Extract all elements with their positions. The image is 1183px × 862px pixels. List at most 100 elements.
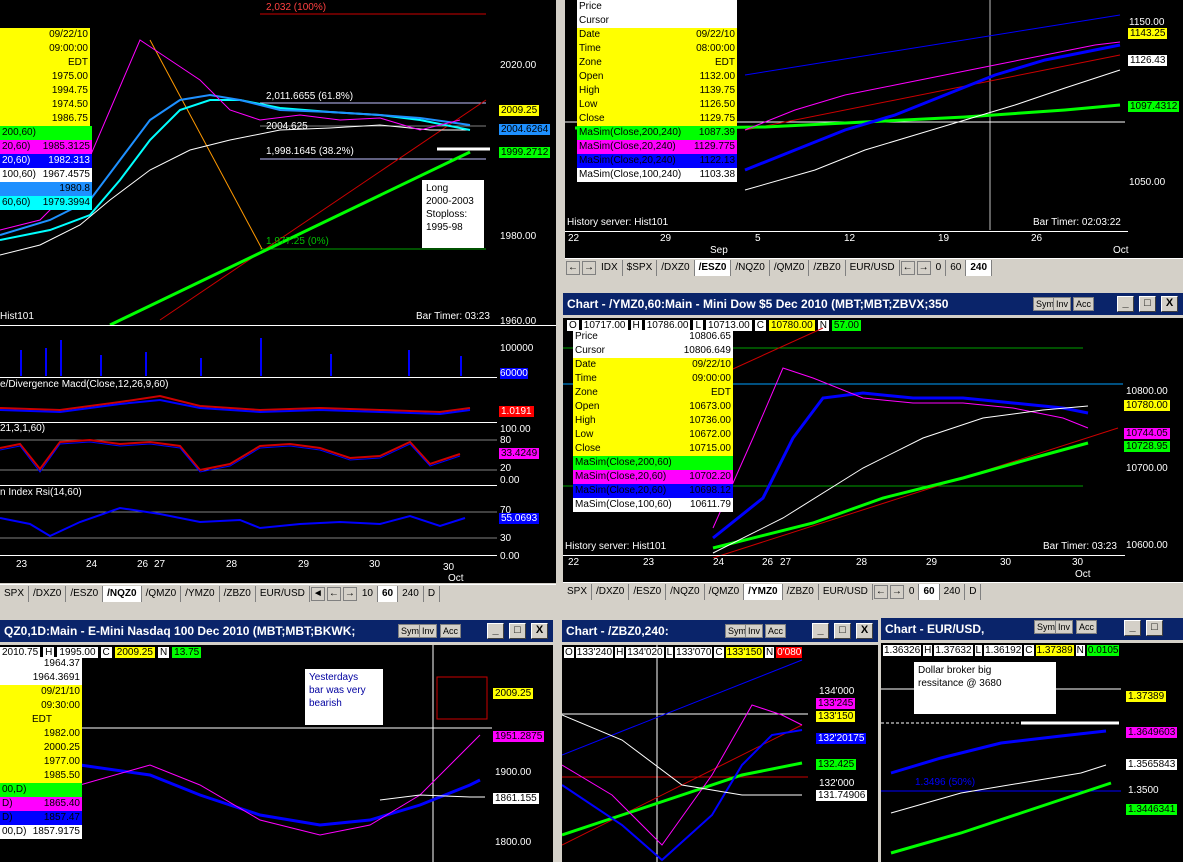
tab-idx[interactable]: IDX — [597, 260, 623, 276]
arrow-right-icon[interactable]: → — [889, 585, 904, 599]
nq-daily-window-title[interactable]: QZ0,1D:Main - E-Mini Nasdaq 100 Dec 2010… — [0, 620, 553, 642]
period-d[interactable]: D — [965, 584, 982, 600]
tab-nqz0[interactable]: /NQZ0 — [103, 586, 142, 602]
tab-nqz0[interactable]: /NQZ0 — [666, 584, 705, 600]
scroll-left-icon[interactable]: ◄ — [310, 587, 325, 601]
tab-zbz0[interactable]: /ZBZ0 — [809, 260, 846, 276]
period-240[interactable]: 240 — [398, 586, 424, 602]
stoch-axis: 100.00 — [500, 424, 531, 435]
acc-button[interactable]: Acc — [440, 624, 462, 638]
tab-zbz0[interactable]: /ZBZ0 — [220, 586, 256, 602]
arrow-left-icon[interactable]: ← — [566, 261, 580, 275]
date-label: 5 — [755, 233, 761, 244]
info-label: Cursor — [575, 345, 606, 356]
arrow-left-icon[interactable]: ← — [326, 587, 341, 601]
info-label: Price — [575, 331, 598, 342]
period-10[interactable]: 10 — [358, 586, 378, 602]
tab-esz0[interactable]: /ESZ0 — [629, 584, 667, 600]
month-label: Oct — [1075, 569, 1091, 580]
chart-nq-60min[interactable]: 09/22/10 09:00:00 EDT 1975.00 1994.75 19… — [0, 0, 556, 583]
close-button[interactable]: X — [1161, 296, 1178, 312]
tab-ymz0[interactable]: /YMZ0 — [181, 586, 220, 602]
tab-eurusd[interactable]: EUR/USD — [846, 260, 900, 276]
info-high: 1994.75 — [51, 85, 88, 96]
chart-eurusd[interactable]: 1.36326 H 1.37632 L 1.36192 C 1.37389 N 0.01… — [881, 643, 1183, 862]
tab-dxz0[interactable]: /DXZ0 — [592, 584, 630, 600]
volume-plot — [20, 338, 462, 376]
info-label: Time — [575, 373, 597, 384]
tab-qmz0[interactable]: /QMZ0 — [705, 584, 745, 600]
minimize-button[interactable]: _ — [1124, 620, 1141, 636]
fib-0: 1,977.25 (0%) — [266, 236, 329, 247]
acc-button[interactable]: Acc — [1076, 620, 1098, 634]
info-label: Open — [579, 71, 604, 82]
tab-eurusd[interactable]: EUR/USD — [819, 584, 873, 600]
chart-nq-daily[interactable]: 2010.75 H 1995.00 C 2009.25 N 13.75 1964.37… — [0, 645, 553, 862]
acc-button[interactable]: Acc — [765, 624, 787, 638]
tab-qmz0[interactable]: /QMZ0 — [770, 260, 810, 276]
arrow-left-icon[interactable]: ← — [900, 261, 915, 275]
symbol-tab-bar: ← → IDX $SPX /DXZ0 /ESZ0 /NQZ0 /QMZ0 /ZB… — [565, 258, 1183, 277]
inv-button[interactable]: Inv — [745, 624, 764, 638]
tab-esz0[interactable]: /ESZ0 — [66, 586, 104, 602]
info-cursor: 1964.3691 — [32, 672, 80, 683]
chart-zb-240min[interactable]: O 133'240 H 134'020 L 133'070 C 133'150 N 0'0… — [562, 645, 878, 862]
ma-tag: 1999.2712 — [499, 147, 551, 158]
period-60[interactable]: 60 — [378, 586, 399, 602]
maximize-button[interactable]: □ — [834, 623, 851, 639]
ma-label: 00,D) — [2, 826, 27, 837]
chart-es-240min[interactable]: Price Cursor Date 09/22/10 Time 08:00:00 Z… — [565, 0, 1183, 258]
maximize-button[interactable]: □ — [1146, 620, 1163, 636]
price-axis-label: 132'000 — [819, 778, 855, 789]
date-label: 28 — [856, 557, 868, 568]
ma-label: MaSim(Close,20,60) — [575, 485, 667, 496]
period-0[interactable]: 0 — [905, 584, 920, 600]
ma-value: 1967.4575 — [42, 169, 90, 180]
acc-button[interactable]: Acc — [1073, 297, 1095, 311]
date-label: 22 — [568, 557, 580, 568]
minimize-button[interactable]: _ — [812, 623, 829, 639]
period-0[interactable]: 0 — [932, 260, 947, 276]
info-label: Low — [575, 429, 594, 440]
minimize-button[interactable]: _ — [487, 623, 504, 639]
period-60[interactable]: 60 — [946, 260, 967, 276]
zb-window-title[interactable]: Chart - /ZBZ0,240: — [562, 620, 878, 642]
ma-label: MaSim(Close,200,60) — [575, 457, 672, 468]
maximize-button[interactable]: □ — [1139, 296, 1156, 312]
arrow-right-icon[interactable]: → — [916, 261, 931, 275]
macd-plot — [0, 394, 471, 416]
tab-esz0[interactable]: /ESZ0 — [694, 260, 732, 276]
period-d[interactable]: D — [424, 586, 441, 602]
ma-label: MaSim(Close,20,240) — [579, 141, 676, 152]
tab-nqz0[interactable]: /NQZ0 — [731, 260, 770, 276]
arrow-right-icon[interactable]: → — [582, 261, 596, 275]
minimize-button[interactable]: _ — [1117, 296, 1134, 312]
chart-ym-60min[interactable]: O 10717.00 H 10786.00 L 10713.00 C 10780.00 … — [563, 318, 1183, 582]
info-value: EDT — [715, 57, 735, 68]
arrow-left-icon[interactable]: ← — [873, 585, 888, 599]
tab-eurusd[interactable]: EUR/USD — [256, 586, 310, 602]
rsi-axis: 30 — [500, 533, 512, 544]
arrow-right-icon[interactable]: → — [342, 587, 357, 601]
tab-spx[interactable]: SPX — [563, 584, 593, 600]
tab-ymz0[interactable]: /YMZ0 — [744, 584, 783, 600]
info-label: Close — [575, 443, 601, 454]
maximize-button[interactable]: □ — [509, 623, 526, 639]
bar-timer: Bar Timer: 03:23 — [416, 311, 490, 322]
close-button[interactable]: X — [856, 623, 873, 639]
tab-zbz0[interactable]: /ZBZ0 — [783, 584, 819, 600]
tab-spx[interactable]: $SPX — [623, 260, 658, 276]
date-label: 30 — [443, 562, 455, 573]
tab-dxz0[interactable]: /DXZ0 — [657, 260, 695, 276]
tab-dxz0[interactable]: /DXZ0 — [29, 586, 67, 602]
period-240[interactable]: 240 — [940, 584, 966, 600]
close-button[interactable]: X — [531, 623, 548, 639]
inv-button[interactable]: Inv — [419, 624, 438, 638]
period-60[interactable]: 60 — [919, 584, 940, 600]
inv-button[interactable]: Inv — [1055, 620, 1074, 634]
period-240[interactable]: 240 — [966, 260, 993, 276]
tab-qmz0[interactable]: /QMZ0 — [142, 586, 182, 602]
inv-button[interactable]: Inv — [1053, 297, 1072, 311]
price-axis-label: 1150.00 — [1129, 17, 1165, 28]
tab-spx[interactable]: SPX — [0, 586, 30, 602]
